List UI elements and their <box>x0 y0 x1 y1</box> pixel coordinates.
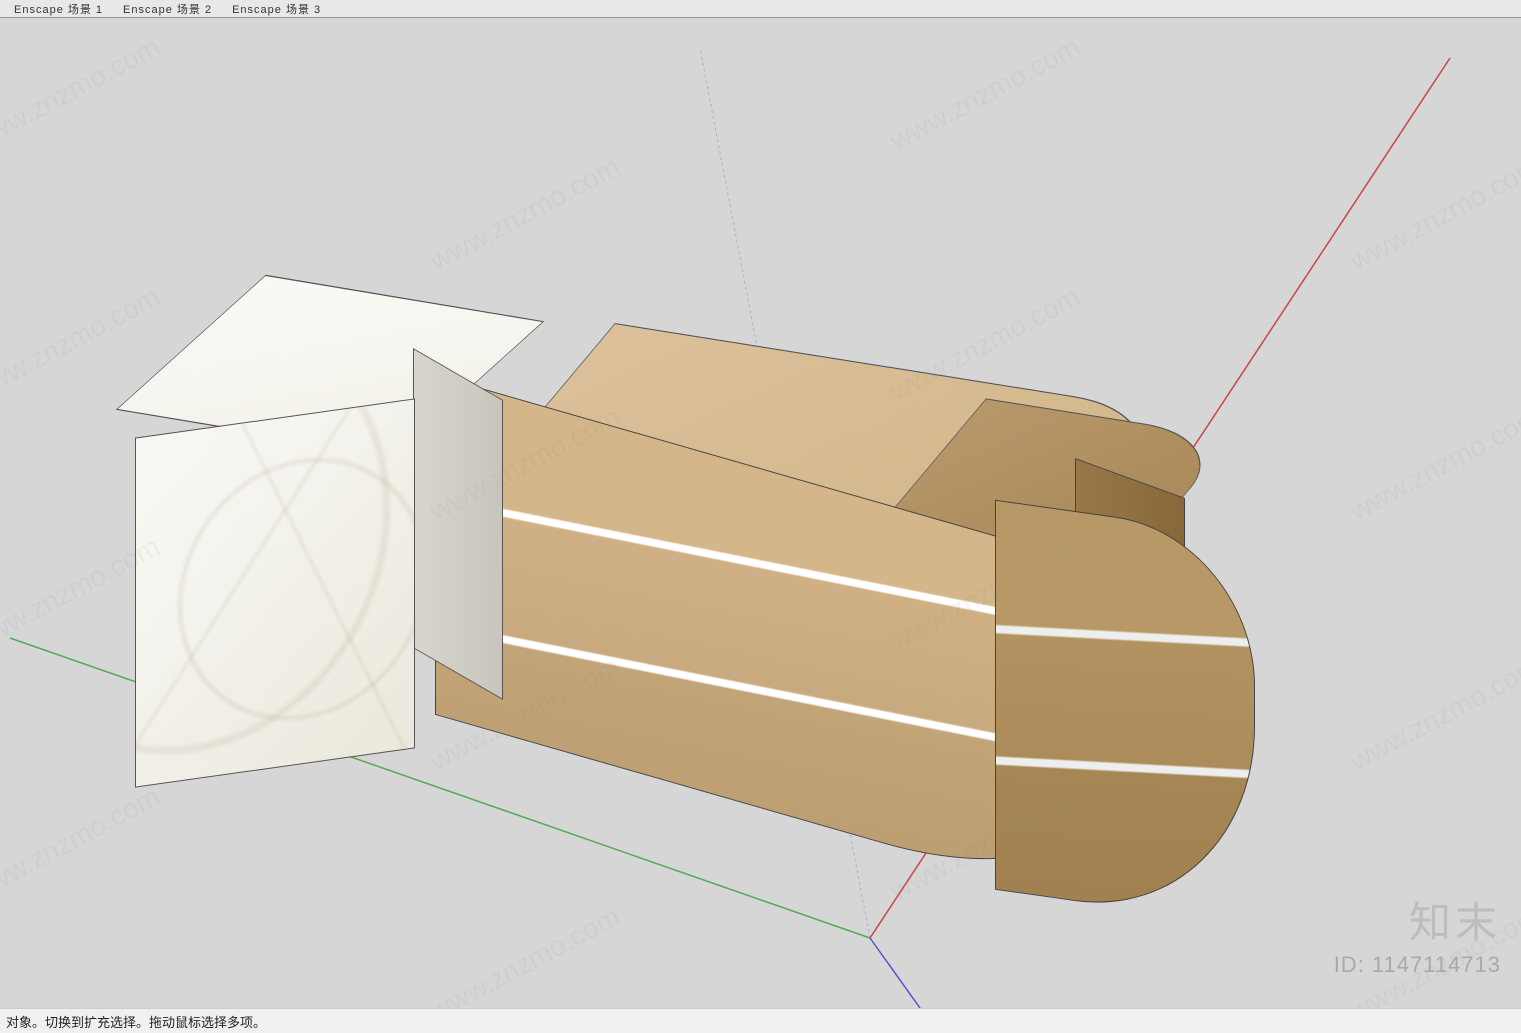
status-text: 对象。切换到扩充选择。拖动鼠标选择多项。 <box>6 1012 266 1031</box>
scene-tab-2[interactable]: Enscape 场景 2 <box>113 1 222 17</box>
scene-tab-3[interactable]: Enscape 场景 3 <box>222 1 331 17</box>
3d-viewport[interactable]: www.znzmo.com www.znzmo.com www.znzmo.co… <box>0 18 1521 1008</box>
scene-tabs-bar: Enscape 场景 1 Enscape 场景 2 Enscape 场景 3 <box>0 0 1521 18</box>
status-bar: 对象。切换到扩充选择。拖动鼠标选择多项。 <box>0 1008 1521 1033</box>
wood-desk-section <box>435 408 1235 908</box>
marble-block-section <box>135 318 475 758</box>
scene-tab-1[interactable]: Enscape 场景 1 <box>4 1 113 17</box>
reception-desk-model[interactable] <box>95 278 1245 928</box>
